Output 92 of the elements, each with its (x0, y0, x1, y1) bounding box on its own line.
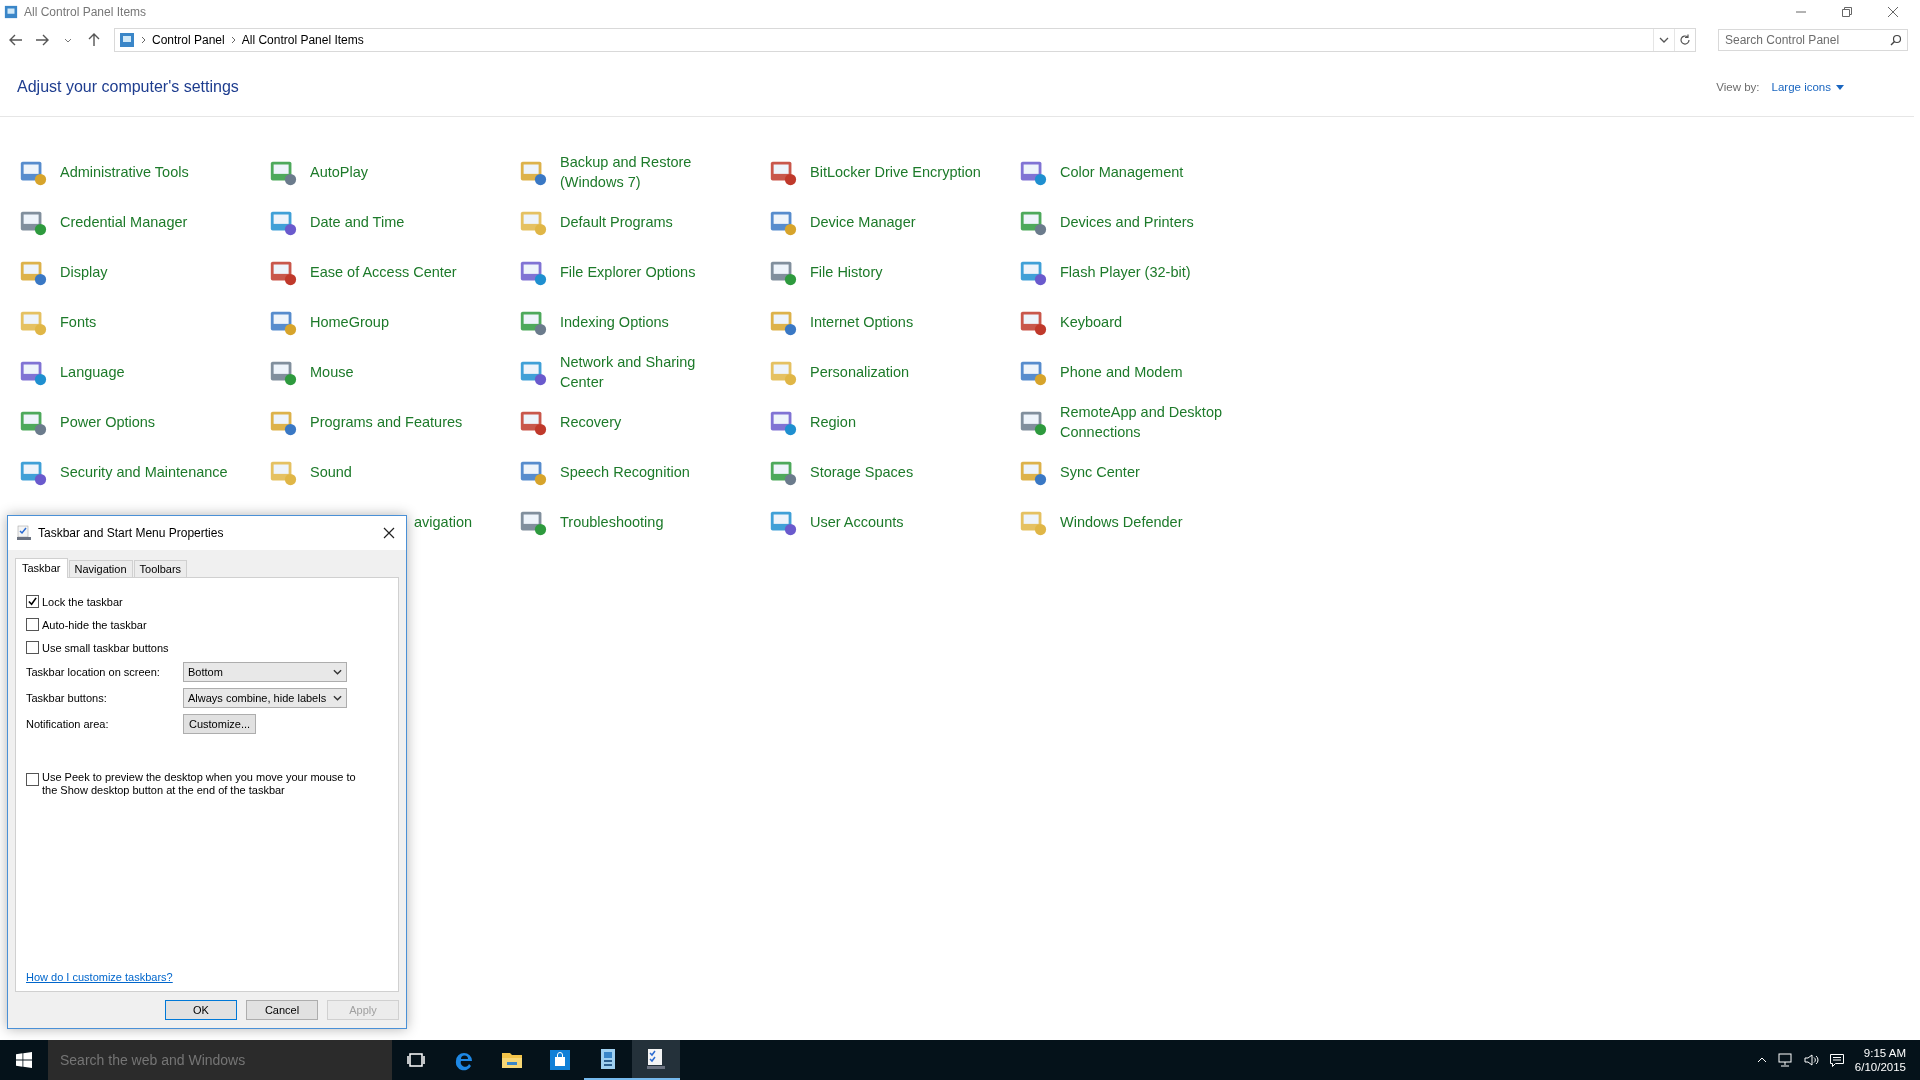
dropdown-icon[interactable] (1659, 37, 1669, 43)
control-panel-item[interactable]: File History (768, 247, 1008, 297)
clock-date[interactable]: 6/10/2015 (1854, 1060, 1906, 1074)
field-label: Taskbar location on screen: (26, 666, 161, 678)
checklist-icon (16, 525, 32, 541)
network-icon[interactable] (1776, 1052, 1793, 1068)
shopping-bag-icon[interactable] (548, 1048, 572, 1072)
window-title: All Control Panel Items (24, 5, 147, 19)
checkbox[interactable] (26, 595, 39, 608)
control-panel-item[interactable]: Administrative Tools (18, 147, 258, 197)
checkbox-label[interactable]: Use small taskbar buttons (42, 641, 169, 654)
control-panel-item[interactable]: Device Manager (768, 197, 1008, 247)
caret-icon[interactable] (333, 669, 342, 675)
customize-button[interactable]: Customize... (183, 714, 257, 734)
control-panel-item[interactable]: Programs and Features (268, 397, 508, 447)
control-panel-item[interactable]: File Explorer Options (518, 247, 758, 297)
dropdown[interactable]: Always combine, hide labels (183, 688, 347, 708)
control-panel-item[interactable]: Default Programs (518, 197, 758, 247)
control-panel-item[interactable]: Fonts (18, 297, 258, 347)
control-panel-item[interactable]: Windows Defender (1018, 497, 1258, 547)
caret-icon[interactable] (333, 695, 342, 701)
control-panel-item[interactable]: AutoPlay (268, 147, 508, 197)
control-panel-item[interactable]: Mouse (268, 347, 508, 397)
control-panel-item[interactable]: HomeGroup (268, 297, 508, 347)
control-panel-item[interactable]: Storage Spaces (768, 447, 1008, 497)
control-panel-item[interactable]: Date and Time (268, 197, 508, 247)
help-link[interactable]: How do I customize taskbars? (26, 971, 173, 983)
search-field[interactable]: Search Control Panel (1718, 29, 1908, 51)
checkbox-label[interactable]: Auto-hide the taskbar (42, 618, 147, 631)
refresh-icon[interactable] (1679, 34, 1691, 46)
control-panel-item[interactable]: Personalization (768, 347, 1008, 397)
page-heading: Adjust your computer's settings (17, 78, 239, 96)
control-panel-item[interactable]: Credential Manager (18, 197, 258, 247)
breadcrumb[interactable]: Control Panel (152, 33, 225, 47)
control-panel-item[interactable]: Power Options (18, 397, 258, 447)
checklist-icon[interactable] (644, 1047, 668, 1071)
dialog-button[interactable]: OK (165, 1000, 237, 1020)
control-panel-item[interactable]: Display (18, 247, 258, 297)
tab[interactable]: Navigation (68, 560, 133, 577)
view-by-dropdown[interactable]: Large icons (1771, 81, 1844, 93)
clock-time[interactable]: 9:15 AM (1863, 1046, 1906, 1060)
checkbox-label[interactable]: Lock the taskbar (42, 595, 123, 608)
control-panel-item[interactable]: Sound (268, 447, 508, 497)
control-panel-item[interactable]: Security and Maintenance (18, 447, 258, 497)
control-panel-item[interactable]: Sync Center (1018, 447, 1258, 497)
field-label: Notification area: (26, 718, 110, 730)
control-panel-item[interactable]: Speech Recognition (518, 447, 758, 497)
control-panel-icon (4, 5, 18, 19)
control-panel-item[interactable]: Backup and Restore (Windows 7) (518, 147, 758, 197)
control-panel-item[interactable]: BitLocker Drive Encryption (768, 147, 1008, 197)
chevron-icon (230, 36, 236, 44)
dropdown[interactable]: Bottom (183, 662, 347, 682)
field-label: Taskbar buttons: (26, 692, 108, 704)
control-panel-item[interactable]: Indexing Options (518, 297, 758, 347)
checkbox[interactable] (26, 641, 39, 654)
close-icon[interactable] (383, 527, 395, 539)
volume-icon[interactable] (1802, 1052, 1819, 1068)
caret-icon[interactable] (1836, 84, 1844, 90)
tab[interactable]: Taskbar (15, 558, 68, 578)
view-by-label: View by: (1716, 81, 1760, 93)
chevron-icon (141, 36, 146, 44)
control-panel-item[interactable]: Color Management (1018, 147, 1258, 197)
control-panel-icon (119, 32, 135, 48)
taskbar-search-field[interactable]: Search the web and Windows (48, 1040, 392, 1080)
checkbox-label[interactable]: Use Peek to preview the desktop when you move your mouse to the Show desktop button at the end of the taskbar (42, 771, 372, 797)
dialog-button[interactable]: Cancel (246, 1000, 318, 1020)
control-panel-item[interactable]: User Accounts (768, 497, 1008, 547)
caret-icon[interactable] (64, 37, 72, 43)
search-icon[interactable] (1890, 34, 1902, 46)
control-panel-item[interactable]: Keyboard (1018, 297, 1258, 347)
dialog-title: Taskbar and Start Menu Properties (38, 526, 224, 540)
control-panel-item[interactable]: Phone and Modem (1018, 347, 1258, 397)
control-panel-item[interactable]: Internet Options (768, 297, 1008, 347)
checkbox[interactable] (26, 618, 39, 631)
control-panel-item[interactable]: Language (18, 347, 258, 397)
control-panel-item[interactable]: Devices and Printers (1018, 197, 1258, 247)
control-panel-item[interactable]: Region (768, 397, 1008, 447)
task-view-icon[interactable] (406, 1050, 426, 1070)
address-bar[interactable]: Control Panel All Control Panel Items (114, 28, 1696, 52)
control-panel-item[interactable]: Recovery (518, 397, 758, 447)
restore-icon[interactable] (1842, 7, 1852, 17)
breadcrumb[interactable]: All Control Panel Items (241, 33, 364, 47)
notifications-icon[interactable] (1828, 1052, 1845, 1068)
control-panel-item[interactable]: Troubleshooting (518, 497, 758, 547)
tab[interactable]: Toolbars (133, 560, 188, 577)
control-panel-item[interactable]: Ease of Access Center (268, 247, 508, 297)
control-panel-item[interactable]: Network and Sharing Center (518, 347, 758, 397)
windows-logo-icon[interactable] (16, 1052, 32, 1068)
chevron-up-icon[interactable] (1756, 1057, 1767, 1063)
control-panel-item[interactable]: RemoteApp and Desktop Connections (1018, 397, 1258, 447)
checkbox[interactable] (26, 773, 39, 786)
control-panel-item[interactable]: Flash Player (32-bit) (1018, 247, 1258, 297)
